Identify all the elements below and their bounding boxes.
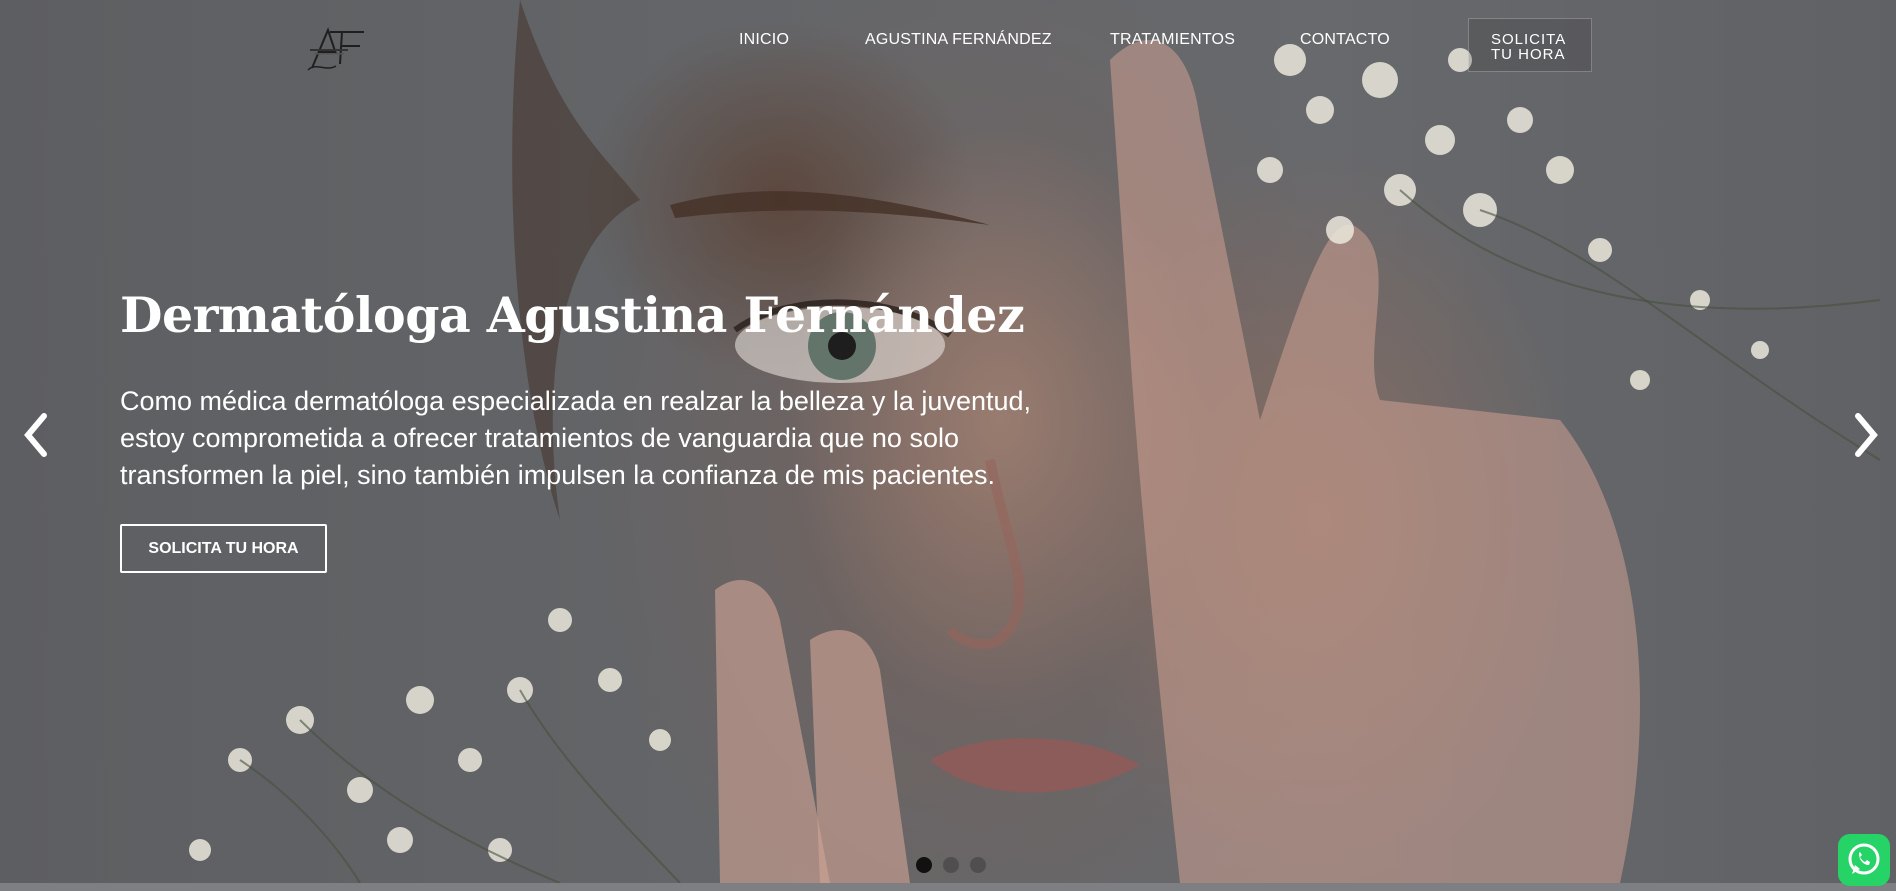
- hero-book-appointment-button[interactable]: SOLICITA TU HORA: [120, 524, 327, 573]
- chevron-left-icon[interactable]: [18, 410, 52, 460]
- nav-item-inicio[interactable]: INICIO: [739, 31, 789, 49]
- hero-title: Dermatóloga Agustina Fernández: [120, 286, 1025, 344]
- carousel-dot-1[interactable]: [916, 857, 932, 873]
- header-cta-line-2: TU HORA: [1491, 46, 1566, 63]
- carousel-dot-2[interactable]: [943, 857, 959, 873]
- nav-item-tratamientos[interactable]: TRATAMIENTOS: [1110, 31, 1235, 49]
- header-cta-line-1: SOLICITA: [1491, 31, 1567, 48]
- main-navigation: INICIO AGUSTINA FERNÁNDEZ TRATAMIENTOS C…: [0, 0, 1896, 80]
- nav-item-agustina-fernandez[interactable]: AGUSTINA FERNÁNDEZ: [865, 31, 1052, 49]
- hero-description: Como médica dermatóloga especializada en…: [120, 386, 1032, 490]
- nav-item-contacto[interactable]: CONTACTO: [1300, 31, 1390, 49]
- whatsapp-icon: [1848, 843, 1880, 875]
- chevron-right-icon[interactable]: [1850, 410, 1884, 460]
- whatsapp-chat-button[interactable]: [1838, 834, 1890, 886]
- carousel-dot-3[interactable]: [970, 857, 986, 873]
- header-book-appointment-button[interactable]: SOLICITA TU HORA: [1468, 18, 1592, 72]
